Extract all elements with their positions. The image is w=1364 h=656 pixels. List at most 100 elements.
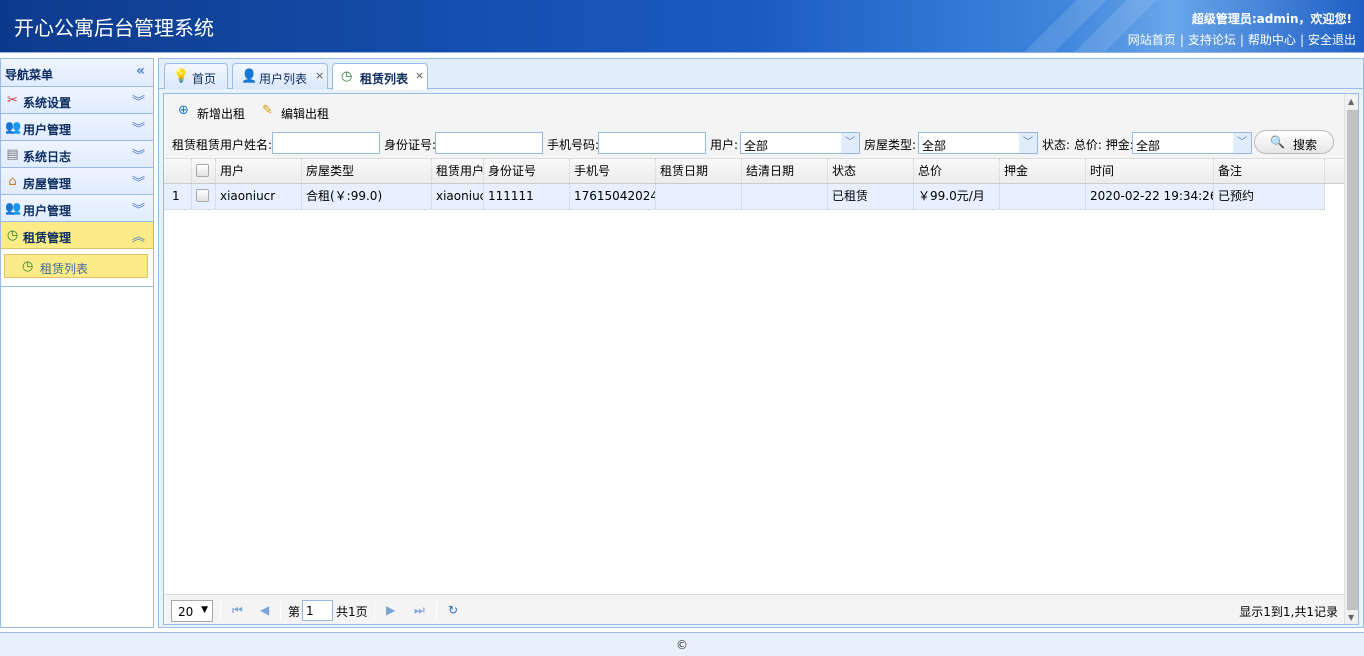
row-number-header (164, 159, 192, 183)
tab-bar: 💡 首页 👤 用户列表 × ◷ 租赁列表 × (159, 59, 1363, 90)
sidebar-item-user-management-2[interactable]: 👥 用户管理 ︾ (1, 195, 153, 222)
column-header[interactable]: 租赁日期 (656, 159, 742, 183)
link-support-forum[interactable]: 支持论坛 (1188, 33, 1236, 47)
column-header[interactable]: 备注 (1214, 159, 1325, 183)
page-total: 共1页 (336, 605, 368, 619)
app-header: 开心公寓后台管理系统 超级管理员:admin，欢迎您! 网站首页 | 支持论坛 | 帮助… (0, 0, 1364, 53)
user-icon: 👤 (241, 69, 258, 84)
column-header[interactable]: 状态 (828, 159, 914, 183)
tab-user-list[interactable]: 👤 用户列表 × (232, 63, 328, 89)
link-site-home[interactable]: 网站首页 (1128, 33, 1176, 47)
status-select[interactable]: 全部 ﹀ (1132, 132, 1252, 154)
sidebar-item-system-settings[interactable]: ✂ 系统设置 ︾ (1, 87, 153, 114)
column-header[interactable]: 结清日期 (742, 159, 828, 183)
status-filter-label: 状态: 总价: 押金: (1042, 138, 1134, 152)
close-icon[interactable]: × (415, 69, 424, 82)
bulb-icon: 💡 (173, 69, 190, 84)
row-checkbox[interactable] (196, 189, 209, 202)
page-number-input[interactable] (302, 600, 333, 621)
header-links: 网站首页 | 支持论坛 | 帮助中心 | 安全退出 (1127, 33, 1356, 47)
sidebar-item-label: 用户管理 (23, 204, 72, 218)
add-icon: ⊕ (178, 103, 189, 118)
table-row[interactable]: 1 xiaoniucr 合租(￥:99.0) xiaoniucr 111111 … (164, 184, 1325, 210)
column-header[interactable]: 房屋类型 (302, 159, 432, 183)
scroll-up-icon[interactable]: ▲ (1348, 97, 1354, 106)
chevron-down-icon: ﹀ (1233, 133, 1251, 153)
welcome-text: 超级管理员:admin，欢迎您! (1191, 12, 1352, 26)
scroll-thumb[interactable] (1347, 110, 1358, 610)
vertical-scrollbar[interactable]: ▲ ▼ (1344, 94, 1358, 624)
chevron-down-icon: ︾ (131, 122, 145, 137)
close-icon[interactable]: × (315, 69, 324, 82)
next-page-icon[interactable]: ▶ (386, 603, 395, 617)
cell-id-number: 111111 (484, 184, 570, 209)
house-icon: ⌂ (8, 174, 17, 189)
column-header[interactable]: 总价 (914, 159, 1000, 183)
sidebar-header: 导航菜单 « (1, 59, 153, 87)
data-grid: 用户 房屋类型 租赁用户 身份证号 手机号 租赁日期 结清日期 状态 总价 押金… (164, 158, 1344, 210)
sidebar-subitem-rental-list[interactable]: ◷ 租赁列表 (4, 254, 148, 278)
refresh-icon[interactable]: ↻ (448, 603, 458, 617)
sidebar: 导航菜单 « ✂ 系统设置 ︾ 👥 用户管理 ︾ ▤ 系统日志 ︾ ⌂ 房屋管理… (0, 58, 154, 628)
sidebar-item-label: 系统设置 (23, 96, 72, 110)
cell-deposit (1000, 184, 1086, 209)
sidebar-item-label: 房屋管理 (23, 177, 72, 191)
prev-page-icon[interactable]: ◀ (260, 603, 269, 617)
select-all-cell (192, 159, 216, 183)
clock-icon: ◷ (341, 69, 353, 84)
link-logout[interactable]: 安全退出 (1308, 33, 1356, 47)
add-rental-button[interactable]: ⊕ 新增出租 (178, 102, 250, 122)
cell-user: xiaoniucr (216, 184, 302, 209)
clock-icon: ◷ (6, 228, 19, 243)
column-header[interactable]: 用户 (216, 159, 302, 183)
chevron-down-icon: ﹀ (1019, 133, 1037, 153)
tab-home[interactable]: 💡 首页 (164, 63, 228, 89)
log-icon: ▤ (6, 147, 19, 162)
select-all-checkbox[interactable] (196, 164, 209, 177)
collapse-icon[interactable]: « (136, 63, 145, 79)
link-help-center[interactable]: 帮助中心 (1248, 33, 1296, 47)
sidebar-item-rental-management[interactable]: ◷ 租赁管理 ︽ (1, 222, 153, 249)
grid-header: 用户 房屋类型 租赁用户 身份证号 手机号 租赁日期 结清日期 状态 总价 押金… (164, 158, 1344, 184)
sidebar-submenu: ◷ 租赁列表 (1, 249, 153, 287)
first-page-icon[interactable]: ⏮ (232, 603, 243, 618)
sidebar-item-label: 系统日志 (23, 150, 72, 164)
name-input[interactable] (272, 132, 380, 154)
cell-rental-user: xiaoniucr (432, 184, 484, 209)
filter-bar: 租赁租赁用户姓名: 身份证号: 手机号码: 用户: 全部 ﹀ 房屋类型: 全部 … (172, 132, 1252, 154)
phone-input[interactable] (598, 132, 706, 154)
edit-rental-button[interactable]: ✎ 编辑出租 (262, 102, 334, 122)
phone-filter-label: 手机号码: (547, 138, 600, 152)
divider (280, 601, 281, 621)
house-type-select[interactable]: 全部 ﹀ (918, 132, 1038, 154)
id-number-input[interactable] (435, 132, 543, 154)
cell-rental-date (656, 184, 742, 209)
divider (220, 601, 221, 621)
page-prefix: 第 (288, 605, 301, 619)
scroll-down-icon[interactable]: ▼ (1348, 613, 1354, 622)
column-header[interactable]: 身份证号 (484, 159, 570, 183)
tools-icon: ✂ (7, 93, 18, 108)
user-select[interactable]: 全部 ﹀ (740, 132, 860, 154)
row-number: 1 (164, 184, 192, 209)
id-filter-label: 身份证号: (384, 138, 437, 152)
sidebar-item-user-management[interactable]: 👥 用户管理 ︾ (1, 114, 153, 141)
chevron-up-icon: ︽ (131, 230, 145, 245)
record-info: 显示1到1,共1记录 (1239, 605, 1338, 619)
sidebar-item-house-management[interactable]: ⌂ 房屋管理 ︾ (1, 168, 153, 195)
cell-settle-date (742, 184, 828, 209)
search-button[interactable]: 🔍 搜索 (1254, 130, 1334, 154)
sidebar-subitem-label: 租赁列表 (40, 262, 89, 276)
column-header[interactable]: 租赁用户 (432, 159, 484, 183)
search-icon: 🔍 (1270, 135, 1285, 149)
page-size-select[interactable]: 20 ▼ (171, 600, 213, 622)
column-header[interactable]: 时间 (1086, 159, 1214, 183)
column-header[interactable]: 押金 (1000, 159, 1086, 183)
chevron-down-icon: ︾ (131, 203, 145, 218)
cell-total-price: ￥99.0元/月 (914, 184, 1000, 209)
last-page-icon[interactable]: ⏭ (414, 603, 425, 618)
column-header[interactable]: 手机号 (570, 159, 656, 183)
tab-rental-list[interactable]: ◷ 租赁列表 × (332, 63, 428, 90)
main-panel: 💡 首页 👤 用户列表 × ◷ 租赁列表 × ⊕ 新增出租 ✎ 编辑出租 租赁租… (158, 58, 1364, 628)
sidebar-item-system-log[interactable]: ▤ 系统日志 ︾ (1, 141, 153, 168)
